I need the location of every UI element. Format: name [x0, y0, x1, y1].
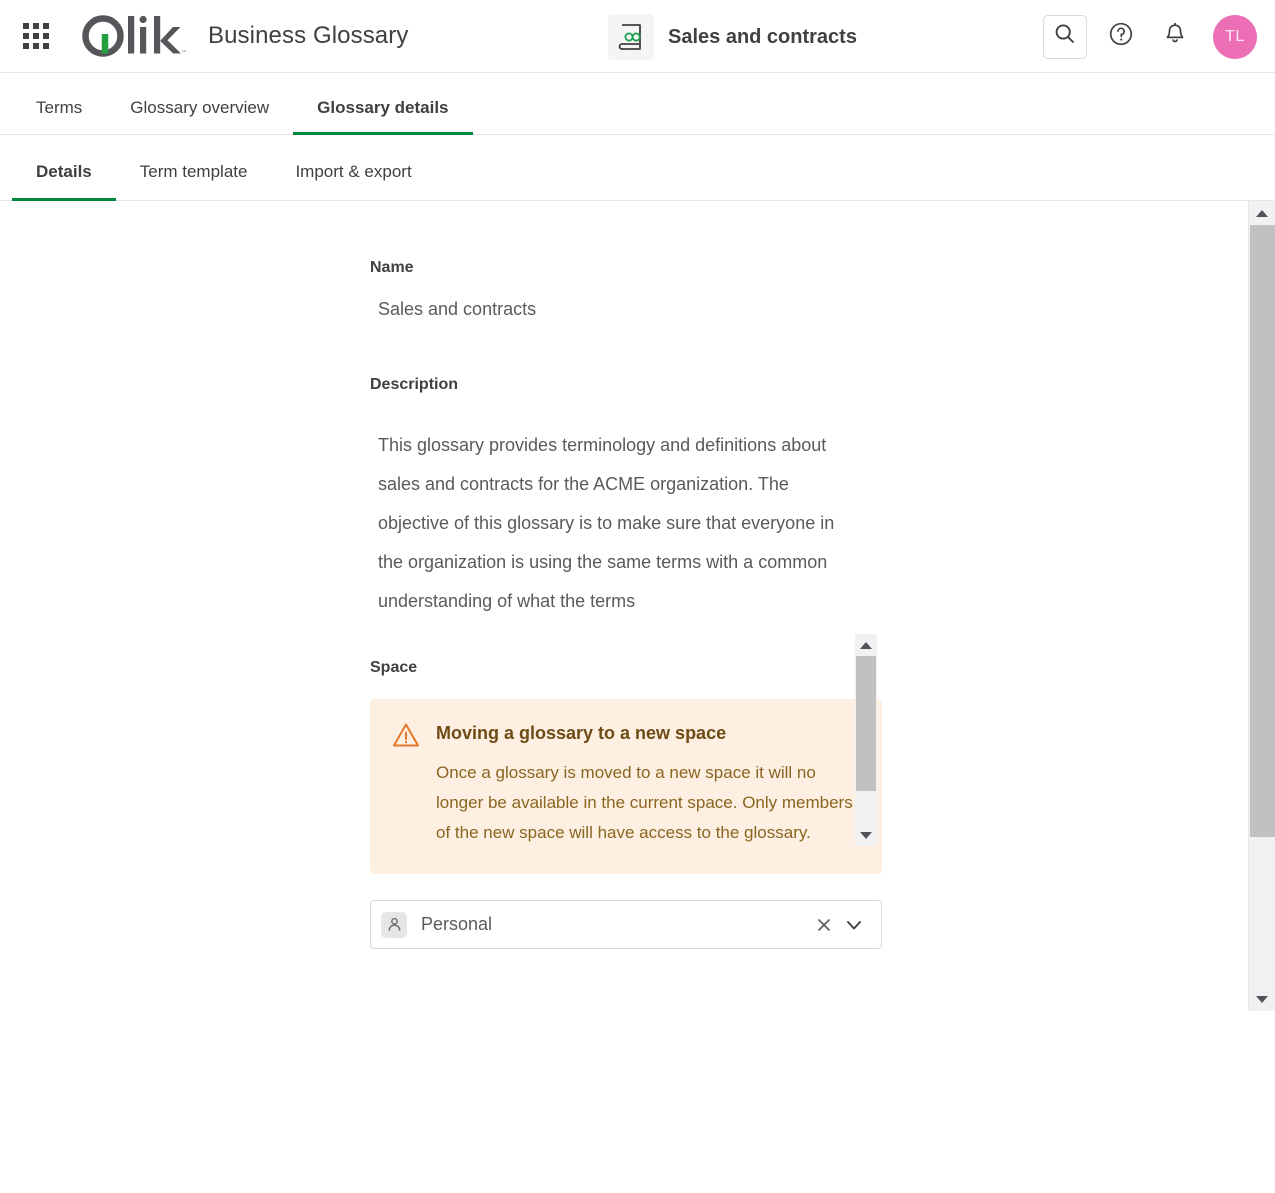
search-icon	[1053, 22, 1077, 51]
warning-body: Moving a glossary to a new space Once a …	[436, 721, 856, 848]
apps-grid-icon[interactable]	[18, 18, 54, 54]
description-label: Description	[370, 376, 882, 394]
search-button[interactable]	[1043, 15, 1087, 59]
glossary-book-icon	[608, 14, 654, 60]
qlik-logo[interactable]: ™	[78, 11, 186, 61]
chevron-down-icon[interactable]	[839, 910, 869, 940]
page-scrollbar[interactable]	[1248, 201, 1275, 1011]
space-select[interactable]: Personal	[370, 900, 882, 949]
name-value[interactable]: Sales and contracts	[370, 299, 882, 320]
page-bottom-whitespace	[0, 1011, 1275, 1193]
help-circle-icon	[1108, 21, 1134, 52]
notifications-button[interactable]	[1155, 17, 1195, 57]
details-form: Name Sales and contracts Description Thi…	[370, 259, 882, 949]
bell-icon	[1162, 21, 1188, 52]
details-form-scroll: Name Sales and contracts Description Thi…	[0, 201, 1248, 1011]
close-x-icon[interactable]	[809, 910, 839, 940]
scroll-up-arrow-icon	[860, 642, 872, 649]
page-scroll-down-arrow[interactable]	[1249, 987, 1275, 1011]
person-icon	[381, 912, 407, 938]
tab-term-template[interactable]: Term template	[116, 162, 272, 200]
name-label: Name	[370, 259, 882, 277]
glossary-context-chip[interactable]: Sales and contracts	[608, 13, 857, 61]
space-move-warning: Moving a glossary to a new space Once a …	[370, 699, 882, 874]
warning-text: Once a glossary is moved to a new space …	[436, 758, 856, 848]
warning-title: Moving a glossary to a new space	[436, 723, 856, 744]
avatar[interactable]: TL	[1213, 15, 1257, 59]
svg-text:™: ™	[181, 49, 186, 56]
scroll-down-arrow-icon	[1256, 996, 1268, 1003]
warning-triangle-icon	[392, 721, 420, 848]
description-field: This glossary provides terminology and d…	[370, 416, 882, 621]
secondary-tabs: Details Term template Import & export	[0, 135, 1275, 201]
glossary-context-label: Sales and contracts	[668, 26, 857, 49]
header-actions: TL	[1043, 0, 1257, 73]
description-text: This glossary provides terminology and d…	[370, 416, 882, 621]
description-scrollbar[interactable]	[855, 634, 877, 846]
tab-glossary-overview[interactable]: Glossary overview	[106, 98, 293, 134]
page-scroll-up-arrow[interactable]	[1249, 201, 1275, 225]
tab-glossary-details[interactable]: Glossary details	[293, 98, 472, 134]
space-label: Space	[370, 659, 882, 677]
description-scroll-up-arrow[interactable]	[855, 634, 877, 656]
help-button[interactable]	[1101, 17, 1141, 57]
description-scroll-thumb[interactable]	[856, 656, 876, 791]
primary-tabs: Terms Glossary overview Glossary details	[0, 73, 1275, 135]
scroll-up-arrow-icon	[1256, 210, 1268, 217]
top-header: ™ Business Glossary Sales and contracts	[0, 0, 1275, 73]
description-textarea[interactable]: This glossary provides terminology and d…	[370, 416, 882, 621]
page-title: Business Glossary	[208, 22, 408, 50]
scroll-down-arrow-icon	[860, 832, 872, 839]
tab-terms[interactable]: Terms	[12, 98, 106, 134]
description-scroll-down-arrow[interactable]	[855, 824, 877, 846]
business-glossary-app: ™ Business Glossary Sales and contracts	[0, 0, 1275, 1193]
content-area: Name Sales and contracts Description Thi…	[0, 201, 1275, 1193]
tab-details[interactable]: Details	[12, 162, 116, 200]
space-select-value: Personal	[421, 914, 809, 935]
page-scroll-thumb[interactable]	[1250, 225, 1275, 837]
tab-import-export[interactable]: Import & export	[271, 162, 435, 200]
